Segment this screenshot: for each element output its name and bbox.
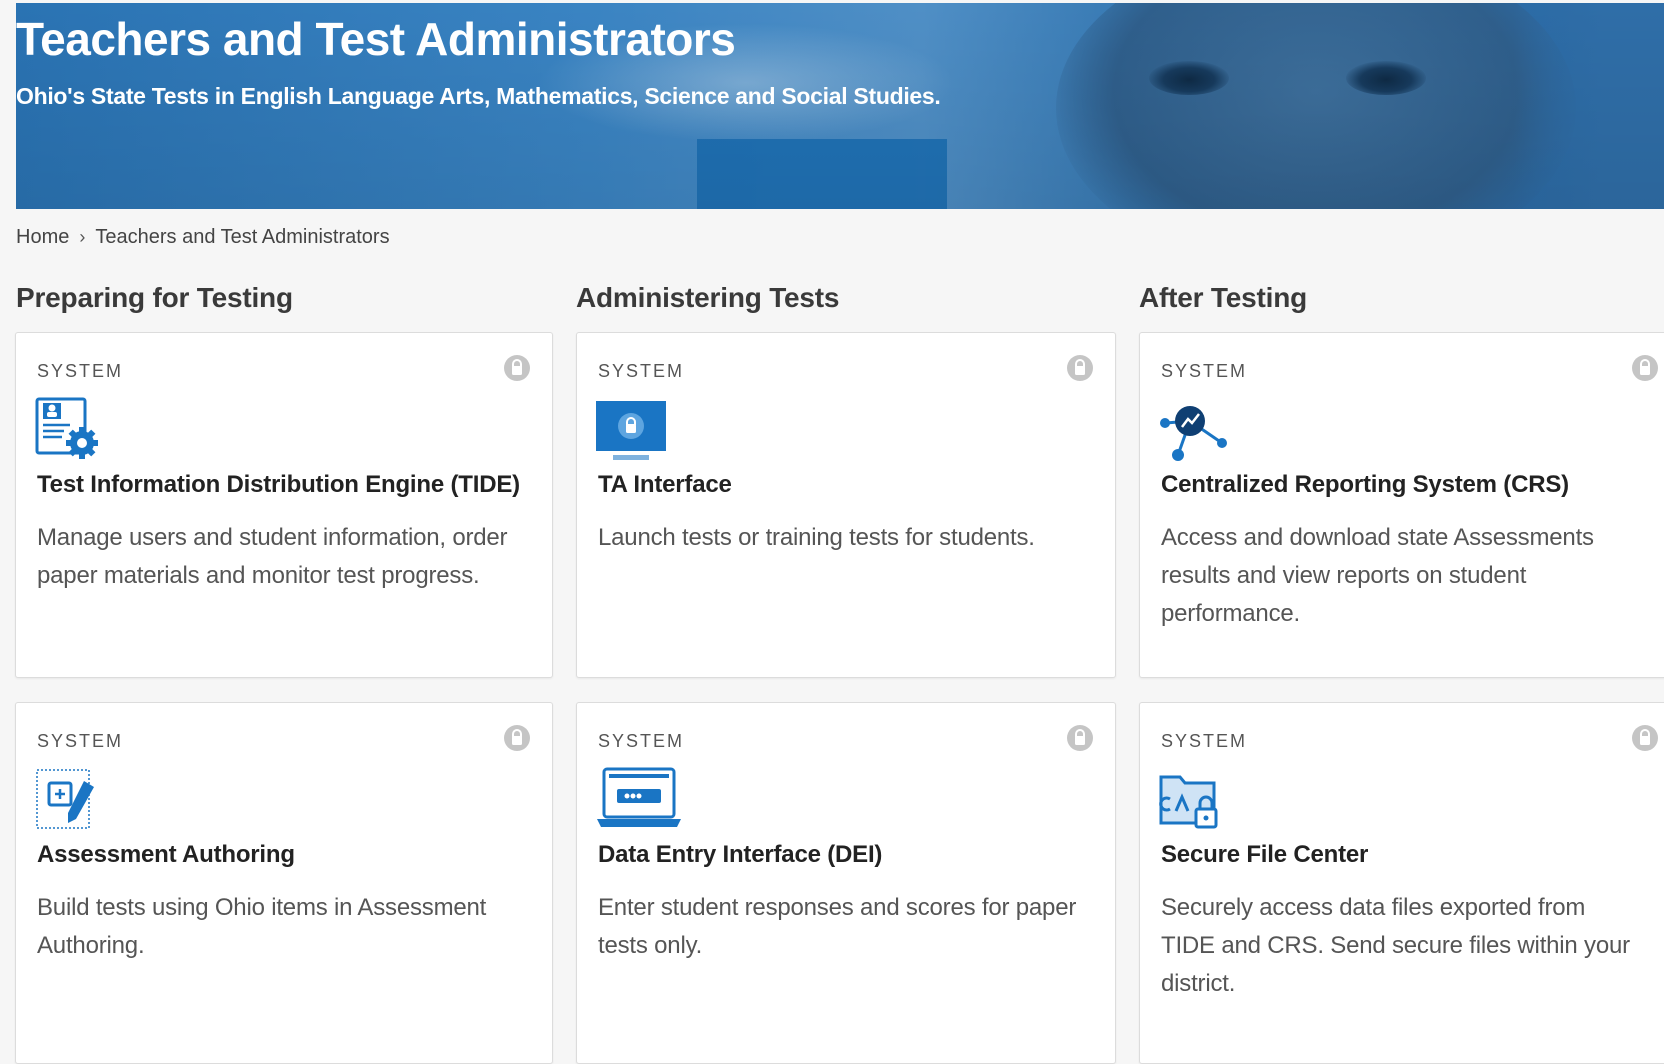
secure-folder-icon [1159, 775, 1218, 829]
card-dei[interactable]: SYSTEM Data Entry Interface (DEI) Enter … [576, 702, 1116, 1064]
lock-icon [504, 355, 530, 381]
page-title: Teachers and Test Administrators [16, 13, 736, 65]
card-ta-interface[interactable]: SYSTEM TA Interface Launch tests or trai… [576, 332, 1116, 678]
card-title[interactable]: Test Information Distribution Engine (TI… [37, 471, 520, 499]
lock-icon [504, 725, 530, 751]
card-description: Access and download state Assessments re… [1161, 524, 1594, 627]
breadcrumb-home-link[interactable]: Home [16, 226, 69, 249]
lock-icon [1632, 725, 1658, 751]
card-kicker: SYSTEM [37, 731, 124, 751]
card-kicker: SYSTEM [1161, 361, 1248, 381]
column-heading-after: After Testing [1139, 282, 1307, 313]
card-description: Enter student responses and scores for p… [598, 894, 1077, 959]
column-heading-administering: Administering Tests [576, 282, 840, 313]
breadcrumb: Home › Teachers and Test Administrators [16, 226, 390, 249]
lock-icon [1067, 725, 1093, 751]
card-title[interactable]: Secure File Center [1161, 841, 1368, 869]
card-title[interactable]: TA Interface [598, 471, 732, 499]
edit-authoring-icon [36, 769, 94, 829]
card-kicker: SYSTEM [1161, 731, 1248, 751]
card-description: Build tests using Ohio items in Assessme… [37, 894, 487, 959]
card-description: Launch tests or training tests for stude… [598, 524, 1035, 551]
card-title[interactable]: Assessment Authoring [37, 841, 295, 869]
breadcrumb-current: Teachers and Test Administrators [95, 226, 390, 248]
breadcrumb-separator: › [79, 227, 86, 247]
card-description: Securely access data files exported from… [1161, 894, 1630, 997]
hero-banner: Teachers and Test Administrators Ohio's … [16, 3, 1664, 209]
network-chart-icon [1160, 406, 1227, 461]
laptop-entry-icon [597, 767, 681, 827]
ta-monitor-lock-icon [596, 401, 666, 460]
tide-settings-icon [35, 397, 98, 459]
card-crs[interactable]: SYSTEM Centralized Reporting System (CRS… [1139, 332, 1664, 678]
column-heading-preparing: Preparing for Testing [16, 282, 293, 313]
lock-icon [1067, 355, 1093, 381]
card-tide[interactable]: SYSTEM Test Information Distribution Eng… [15, 332, 553, 678]
card-assessment-authoring[interactable]: SYSTEM Assessment Authoring Build tests … [15, 702, 553, 1064]
card-kicker: SYSTEM [37, 361, 124, 381]
card-description: Manage users and student information, or… [37, 524, 508, 589]
card-title[interactable]: Data Entry Interface (DEI) [598, 841, 882, 869]
card-kicker: SYSTEM [598, 361, 685, 381]
card-secure-file-center[interactable]: SYSTEM Secure File Center Securely acces… [1139, 702, 1664, 1064]
page-subtitle: Ohio's State Tests in English Language A… [16, 83, 941, 109]
card-title[interactable]: Centralized Reporting System (CRS) [1161, 471, 1569, 499]
lock-icon [1632, 355, 1658, 381]
card-kicker: SYSTEM [598, 731, 685, 751]
